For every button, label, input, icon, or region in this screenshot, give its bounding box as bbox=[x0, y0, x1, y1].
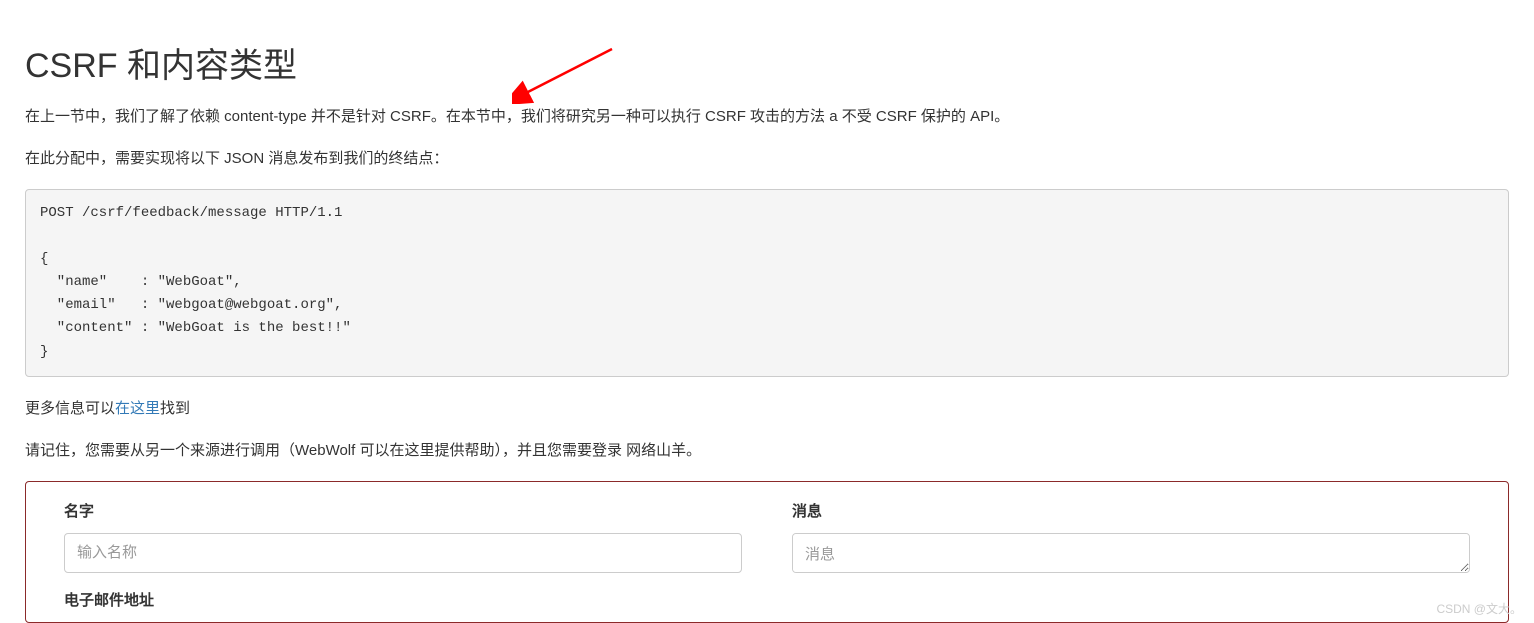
name-label: 名字 bbox=[64, 500, 742, 521]
intro-paragraph-1: 在上一节中，我们了解了依赖 content-type 并不是针对 CSRF。在本… bbox=[25, 105, 1509, 129]
page-title: CSRF 和内容类型 bbox=[25, 38, 1509, 87]
more-info-prefix: 更多信息可以 bbox=[25, 400, 115, 417]
reminder-paragraph: 请记住，您需要从另一个来源进行调用（WebWolf 可以在这里提供帮助），并且您… bbox=[25, 439, 1509, 463]
code-block: POST /csrf/feedback/message HTTP/1.1 { "… bbox=[25, 189, 1509, 377]
message-textarea[interactable] bbox=[792, 533, 1470, 573]
intro-paragraph-2: 在此分配中，需要实现将以下 JSON 消息发布到我们的终结点： bbox=[25, 147, 1509, 171]
name-input[interactable] bbox=[64, 533, 742, 573]
more-info-paragraph: 更多信息可以在这里找到 bbox=[25, 397, 1509, 421]
feedback-form-panel: 名字 电子邮件地址 消息 bbox=[25, 481, 1509, 623]
more-info-link[interactable]: 在这里 bbox=[115, 400, 160, 417]
more-info-suffix: 找到 bbox=[160, 400, 190, 417]
email-label: 电子邮件地址 bbox=[64, 589, 742, 610]
message-label: 消息 bbox=[792, 500, 1470, 521]
